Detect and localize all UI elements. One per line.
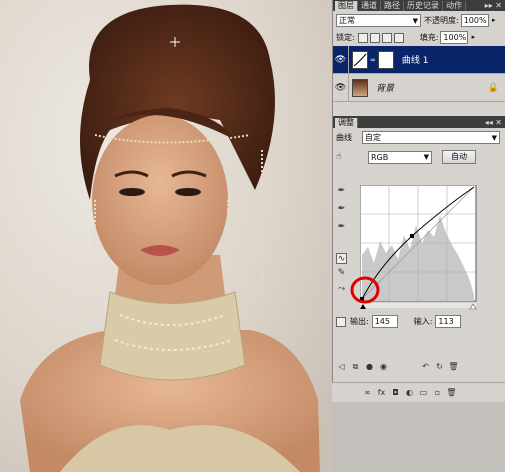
- output-label: 输出:: [350, 317, 369, 326]
- layer-name[interactable]: 背景: [376, 81, 394, 94]
- lock-move-icon[interactable]: [381, 32, 392, 43]
- lock-row: 锁定: 填充: 100% ▸: [333, 29, 505, 46]
- eye-icon[interactable]: 👁: [333, 73, 349, 102]
- new-layer-icon[interactable]: ▫: [432, 387, 443, 398]
- chevron-down-icon: ▼: [412, 16, 418, 25]
- tab-channels[interactable]: 通道: [358, 1, 381, 11]
- curves-label: 曲线: [336, 133, 352, 142]
- empty-dock-area: [332, 402, 505, 472]
- tab-paths[interactable]: 路径: [381, 1, 404, 11]
- white-eyedropper-icon[interactable]: ✒: [336, 222, 347, 233]
- tab-actions[interactable]: 动作: [443, 1, 466, 11]
- io-row: 输出: 145 输入: 113: [336, 315, 502, 328]
- tab-adjustments[interactable]: 调整: [335, 118, 358, 128]
- trash-icon[interactable]: 🗑: [446, 387, 457, 398]
- input-input[interactable]: 113: [435, 315, 462, 328]
- background-thumbnail: [352, 78, 368, 97]
- portrait-image: [0, 0, 332, 472]
- new-group-icon[interactable]: ▭: [418, 387, 429, 398]
- hand-adjust-icon[interactable]: ☝: [336, 152, 358, 162]
- expand-view-icon[interactable]: ⧉: [350, 361, 361, 372]
- lock-transparent-icon[interactable]: [357, 32, 368, 43]
- channel-value: RGB: [371, 152, 389, 162]
- lock-label: 锁定:: [336, 33, 355, 42]
- chain-link-icon[interactable]: ∞: [370, 56, 376, 64]
- layers-tabstrip: 图层 通道 路径 历史记录 动作 ▸▸ ✕: [333, 0, 505, 11]
- adjust-footer-top: ◁ ⧉ ● ◉ ↶ ↻ 🗑: [336, 361, 502, 372]
- fx-icon[interactable]: fx: [376, 387, 387, 398]
- chevron-down-icon: ▼: [423, 153, 429, 161]
- eye-icon[interactable]: 👁: [333, 45, 349, 74]
- fill-input[interactable]: 100%: [440, 31, 469, 44]
- reset-icon[interactable]: ↻: [434, 361, 445, 372]
- layers-panel: 图层 通道 路径 历史记录 动作 ▸▸ ✕ 正常 ▼ 不透明度: 100% ▸ …: [332, 0, 505, 116]
- photo-canvas[interactable]: [0, 0, 332, 472]
- lock-icon: 🔒: [487, 82, 499, 93]
- fill-arrow-icon[interactable]: ▸: [468, 31, 478, 44]
- opacity-arrow-icon[interactable]: ▸: [489, 14, 499, 27]
- blend-row: 正常 ▼ 不透明度: 100% ▸: [333, 11, 505, 29]
- preset-value: 自定: [365, 133, 381, 142]
- layer-name[interactable]: 曲线 1: [402, 53, 429, 66]
- black-eyedropper-icon[interactable]: ✒: [336, 186, 347, 197]
- curves-adjustment-icon: [352, 50, 368, 69]
- tab-history[interactable]: 历史记录: [404, 1, 443, 11]
- layers-footer-icons: ∞ fx ◘ ◐ ▭ ▫ 🗑: [332, 383, 505, 398]
- preset-row: 曲线 自定 ▼: [333, 128, 505, 147]
- curve-point-tool-icon[interactable]: ∿: [336, 253, 347, 264]
- smooth-icon[interactable]: ⤳: [336, 284, 347, 295]
- channel-select[interactable]: RGB ▼: [368, 150, 432, 164]
- chevron-down-icon: ▼: [491, 133, 497, 142]
- clip-layer-icon[interactable]: ●: [364, 361, 375, 372]
- highlight-circle: [350, 276, 380, 304]
- channel-row: ☝ RGB ▼ 自动: [333, 147, 505, 167]
- lock-all-icon[interactable]: [393, 32, 404, 43]
- curve-point[interactable]: [410, 234, 414, 238]
- layer-row-background[interactable]: 👁 背景 🔒: [333, 73, 505, 102]
- gray-eyedropper-icon[interactable]: ✒: [336, 204, 347, 215]
- layers-footer: ∞ fx ◘ ◐ ▭ ▫ 🗑: [332, 382, 505, 402]
- layer-row-curves[interactable]: 👁 ∞ 曲线 1: [333, 45, 505, 74]
- layer-mask-thumbnail[interactable]: [377, 50, 394, 69]
- pencil-icon[interactable]: ✎: [336, 268, 347, 279]
- auto-button[interactable]: 自动: [442, 150, 476, 164]
- preset-select[interactable]: 自定 ▼: [362, 131, 500, 144]
- link-layers-icon[interactable]: ∞: [362, 387, 373, 398]
- input-label: 输入:: [413, 317, 433, 326]
- panel-controls[interactable]: ▸▸ ✕: [485, 1, 505, 11]
- fill-label: 填充:: [419, 33, 439, 42]
- add-mask-icon[interactable]: ◘: [390, 387, 401, 398]
- lock-paint-icon[interactable]: [369, 32, 380, 43]
- new-adjustment-icon[interactable]: ◐: [404, 387, 415, 398]
- visibility-icon[interactable]: ◉: [378, 361, 389, 372]
- opacity-label: 不透明度:: [424, 16, 459, 25]
- clip-warning-icon[interactable]: [336, 316, 346, 327]
- previous-state-icon[interactable]: ↶: [420, 361, 431, 372]
- adjust-panel-controls[interactable]: ◂◂ ✕: [485, 118, 505, 128]
- blend-mode-select[interactable]: 正常 ▼: [336, 14, 421, 27]
- opacity-input[interactable]: 100%: [460, 14, 489, 27]
- blend-mode-value: 正常: [339, 16, 355, 25]
- delete-icon[interactable]: 🗑: [448, 361, 459, 372]
- output-input[interactable]: 145: [371, 315, 398, 328]
- tab-layers[interactable]: 图层: [335, 1, 358, 11]
- return-icon[interactable]: ◁: [336, 361, 347, 372]
- adjust-tabstrip: 调整 ◂◂ ✕: [333, 116, 505, 128]
